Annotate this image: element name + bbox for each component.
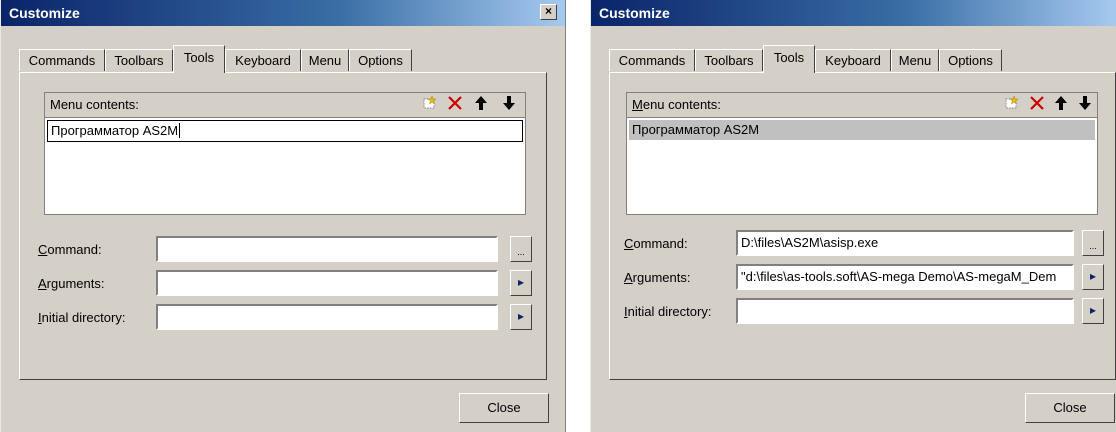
initial-directory-label: Initial directory:	[624, 304, 712, 319]
arrow-right-icon: ▸	[1089, 303, 1097, 317]
customize-dialog-right: Customize Commands Toolbars Tools Keyboa…	[590, 0, 1116, 432]
new-item-icon[interactable]	[1001, 95, 1021, 115]
menu-contents-group: Menu contents: Программатор AS2M	[44, 92, 526, 215]
tools-tab-panel: Menu contents: Программатор AS2M Command…	[19, 72, 547, 380]
text-cursor	[179, 123, 181, 138]
command-label: Command:	[38, 242, 102, 257]
menu-contents-group: Menu contents: Программатор AS2M	[626, 92, 1098, 215]
tab-options[interactable]: Options	[349, 49, 412, 71]
initial-directory-field[interactable]	[156, 304, 498, 330]
menu-item-label: Программатор AS2M	[51, 123, 179, 138]
tab-tools[interactable]: Tools	[173, 45, 225, 73]
menu-contents-list[interactable]: Программатор AS2M	[45, 117, 525, 214]
initial-directory-label: Initial directory:	[38, 310, 126, 325]
menu-contents-header: Menu contents:	[627, 93, 1097, 117]
menu-item-editing[interactable]: Программатор AS2M	[47, 120, 523, 142]
command-label: Command:	[624, 236, 688, 251]
menu-contents-list[interactable]: Программатор AS2M	[627, 117, 1097, 214]
tab-tools[interactable]: Tools	[763, 45, 815, 73]
arguments-menu-button[interactable]: ▸	[510, 270, 532, 296]
tab-options[interactable]: Options	[939, 49, 1002, 71]
tab-toolbars[interactable]: Toolbars	[105, 49, 173, 71]
menu-item-selected[interactable]: Программатор AS2M	[629, 120, 1095, 140]
tab-toolbars[interactable]: Toolbars	[695, 49, 763, 71]
move-up-icon[interactable]	[1051, 95, 1071, 115]
initial-directory-field[interactable]	[736, 298, 1074, 324]
close-button[interactable]: Close	[459, 393, 549, 423]
title-bar[interactable]: Customize ×	[1, 0, 565, 26]
menu-contents-label: Menu contents:	[632, 97, 721, 112]
delete-icon[interactable]	[445, 95, 465, 115]
tab-menu[interactable]: Menu	[301, 49, 349, 71]
arguments-field[interactable]: "d:\files\as-tools.soft\AS-mega Demo\AS-…	[736, 264, 1074, 290]
tab-keyboard[interactable]: Keyboard	[815, 49, 891, 71]
menu-contents-header: Menu contents:	[45, 93, 525, 117]
move-down-icon[interactable]	[499, 95, 519, 115]
command-field[interactable]: D:\files\AS2M\asisp.exe	[736, 230, 1074, 256]
menu-contents-label: Menu contents:	[50, 97, 139, 112]
customize-dialog-left: Customize × Commands Toolbars Tools Keyb…	[0, 0, 566, 432]
initial-directory-menu-button[interactable]: ▸	[1082, 298, 1104, 324]
arrow-right-icon: ▸	[517, 309, 525, 323]
initial-directory-menu-button[interactable]: ▸	[510, 304, 532, 330]
command-field[interactable]	[156, 236, 498, 262]
arguments-field[interactable]	[156, 270, 498, 296]
browse-button[interactable]: ...	[510, 236, 532, 262]
close-icon[interactable]: ×	[540, 4, 557, 20]
browse-button[interactable]: ...	[1082, 230, 1104, 256]
dialog-title: Customize	[599, 5, 670, 21]
tab-commands[interactable]: Commands	[19, 49, 105, 71]
dialog-title: Customize	[9, 5, 80, 21]
arguments-label: Arguments:	[38, 276, 105, 291]
new-item-icon[interactable]	[419, 95, 439, 115]
title-bar[interactable]: Customize	[591, 0, 1116, 26]
tab-menu[interactable]: Menu	[891, 49, 939, 71]
arrow-right-icon: ▸	[1089, 269, 1097, 283]
move-up-icon[interactable]	[471, 95, 491, 115]
close-button[interactable]: Close	[1025, 393, 1115, 423]
tools-tab-panel: Menu contents: Программатор AS2M Command…	[609, 72, 1116, 380]
arguments-label: Arguments:	[624, 270, 691, 285]
delete-icon[interactable]	[1027, 95, 1047, 115]
move-down-icon[interactable]	[1075, 95, 1095, 115]
arrow-right-icon: ▸	[517, 275, 525, 289]
tab-keyboard[interactable]: Keyboard	[225, 49, 301, 71]
tab-commands[interactable]: Commands	[609, 49, 695, 71]
arguments-menu-button[interactable]: ▸	[1082, 264, 1104, 290]
